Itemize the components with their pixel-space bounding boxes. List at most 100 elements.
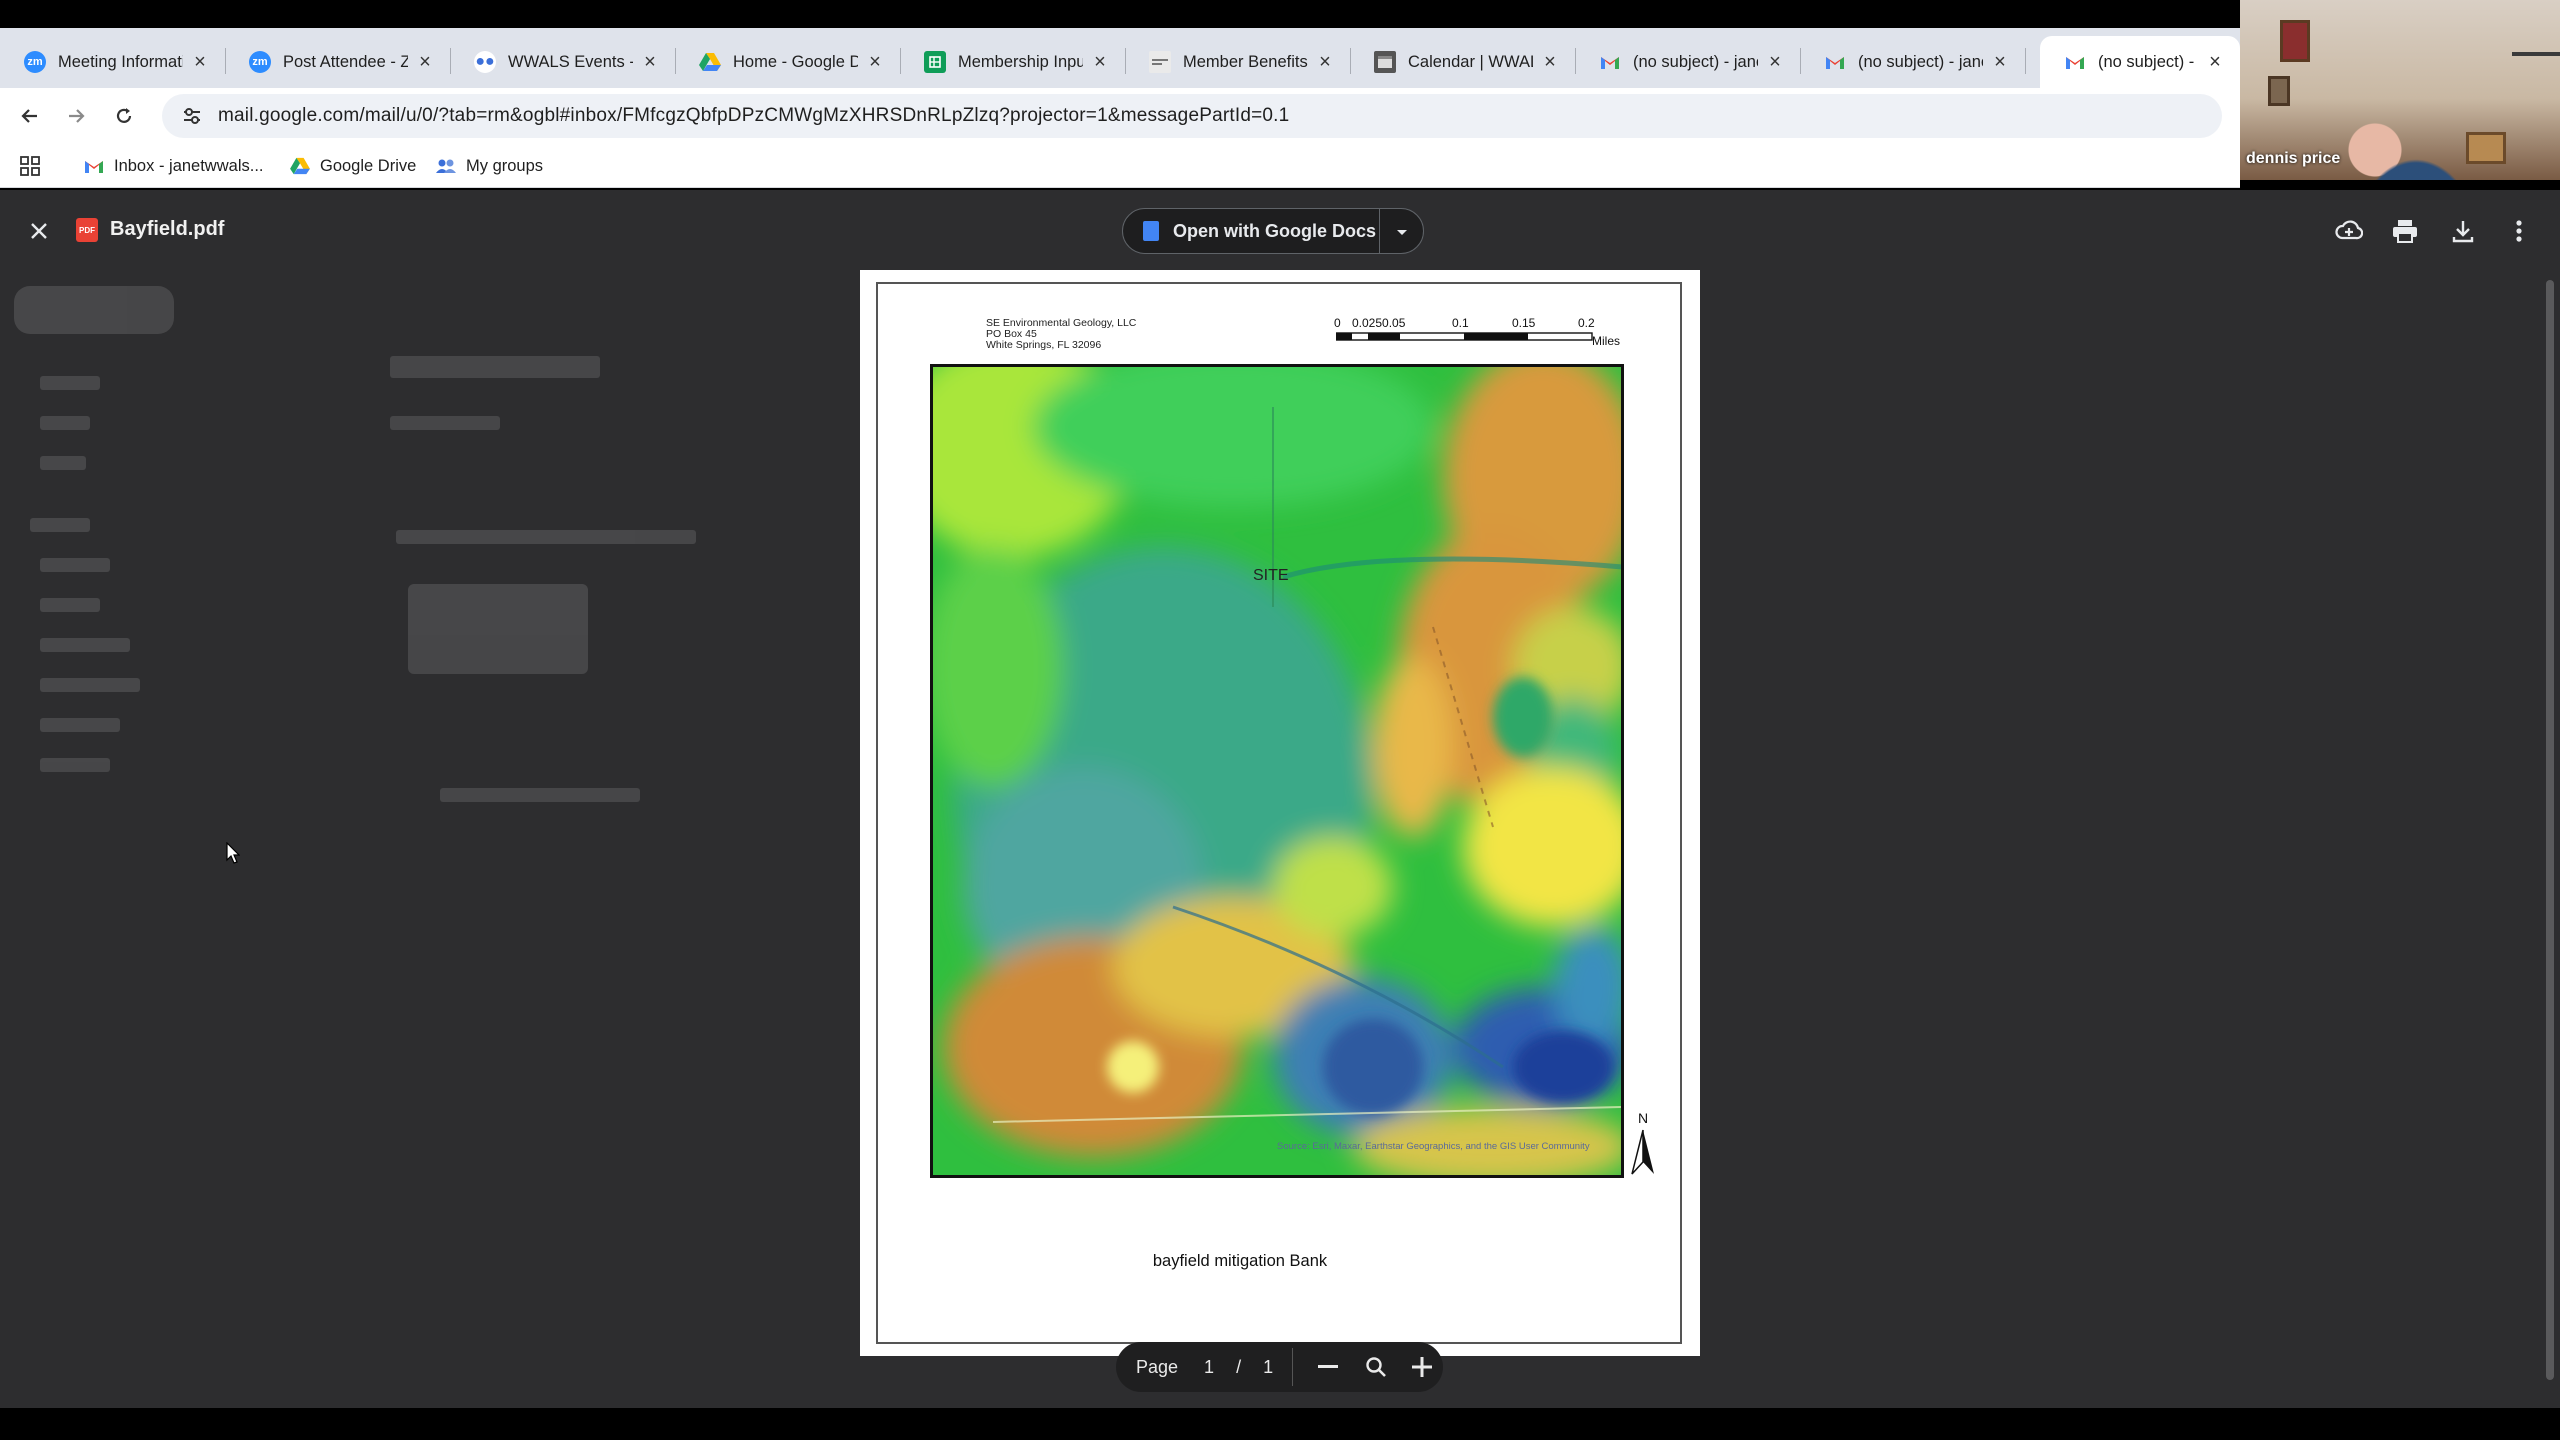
add-to-drive-button[interactable] <box>2332 214 2366 248</box>
drive-icon <box>290 156 310 176</box>
tab-membership-input[interactable]: Membership Input × <box>900 36 1126 88</box>
download-icon <box>2452 221 2474 243</box>
close-icon[interactable]: × <box>639 51 661 74</box>
scale-tick: 0.2 <box>1578 316 1595 330</box>
aerial-site-image <box>933 367 1621 1175</box>
sheets-icon <box>924 51 946 73</box>
page-icon <box>1149 51 1171 73</box>
zoom-in-button[interactable] <box>1406 1351 1438 1383</box>
screen: zm Meeting Informati × zm Post Attendee … <box>0 0 2560 1440</box>
close-icon[interactable]: × <box>414 51 436 74</box>
gmail-icon <box>1824 51 1846 73</box>
scale-tick: 0.0250.05 <box>1352 316 1406 330</box>
page-label: Page <box>1136 1356 1179 1377</box>
zoom-out-button[interactable] <box>1312 1351 1344 1383</box>
close-icon[interactable]: × <box>1539 51 1561 74</box>
close-icon[interactable]: × <box>1314 51 1336 74</box>
participant-name: dennis price <box>2246 150 2341 167</box>
bookmark-google-drive[interactable]: Google Drive <box>290 152 416 180</box>
gmail-icon <box>1599 51 1621 73</box>
add-to-drive-icon <box>2335 220 2363 240</box>
site-label: SITE <box>1253 567 1289 584</box>
tab-meeting-information[interactable]: zm Meeting Informati × <box>0 36 226 88</box>
open-with-google-docs-button[interactable]: Open with Google Docs <box>1122 208 1424 254</box>
video-participant-tile: dennis price <box>2240 0 2560 180</box>
scale-tick: 0 <box>1334 316 1341 330</box>
close-icon <box>31 223 47 239</box>
scale-bar: 0 0.0250.05 0.1 0.15 0.2 Miles <box>1330 316 1640 352</box>
print-icon <box>2393 220 2417 243</box>
tab-member-benefits[interactable]: Member Benefits × <box>1125 36 1351 88</box>
forward-button[interactable] <box>58 98 94 134</box>
map-attribution: Source: Esri, Maxar, Earthstar Geographi… <box>1277 1141 1590 1152</box>
url-text[interactable]: mail.google.com/mail/u/0/?tab=rm&ogbl#in… <box>218 105 1289 127</box>
current-page-input[interactable]: 1 <box>1204 1357 1214 1378</box>
site-settings-icon[interactable] <box>182 107 202 125</box>
bookmark-inbox[interactable]: Inbox - janetwwals... <box>84 152 263 180</box>
reload-icon <box>116 108 132 123</box>
scale-bar-graphic <box>1336 332 1593 341</box>
download-button[interactable] <box>2446 214 2480 248</box>
bookmarks-bar: Inbox - janetwwals... Google Drive My gr… <box>0 144 2240 188</box>
site-map: SITE Source: Esri, Maxar, Earthstar Geog… <box>930 364 1624 1178</box>
tab-post-attendee[interactable]: zm Post Attendee - Zo × <box>225 36 451 88</box>
apps-button[interactable] <box>20 152 40 180</box>
scale-tick: 0.15 <box>1512 316 1536 330</box>
print-button[interactable] <box>2388 214 2422 248</box>
tab-strip: zm Meeting Informati × zm Post Attendee … <box>0 28 2240 88</box>
tab-no-subject-2[interactable]: (no subject) - jane × <box>1800 36 2026 88</box>
zoom-reset-button[interactable] <box>1360 1351 1392 1383</box>
close-icon[interactable]: × <box>189 51 211 74</box>
company-address: SE Environmental Geology, LLC PO Box 45 … <box>986 317 1137 351</box>
north-arrow-icon <box>1631 1129 1654 1175</box>
plus-icon <box>1412 1357 1432 1377</box>
tab-wwals-events[interactable]: ●● WWALS Events - G × <box>450 36 676 88</box>
zoom-icon: zm <box>24 51 46 73</box>
address-bar[interactable]: mail.google.com/mail/u/0/?tab=rm&ogbl#in… <box>162 94 2222 138</box>
more-options-button[interactable] <box>2502 214 2536 248</box>
chevron-down-icon <box>1397 230 1407 235</box>
back-button[interactable] <box>12 98 48 134</box>
north-label: N <box>1638 1110 1649 1126</box>
north-arrow: N <box>1630 1110 1660 1180</box>
groups-icon <box>436 156 456 176</box>
page-controls: Page 1 / 1 <box>1116 1342 1443 1392</box>
mouse-cursor-icon <box>226 842 240 864</box>
tab-no-subject-1[interactable]: (no subject) - jane × <box>1575 36 1801 88</box>
close-viewer-button[interactable] <box>22 214 56 248</box>
drive-icon <box>699 51 721 73</box>
groups-icon: ●● <box>474 51 496 73</box>
close-icon[interactable]: × <box>2204 51 2226 74</box>
navigation-bar: mail.google.com/mail/u/0/?tab=rm&ogbl#in… <box>0 88 2240 144</box>
tab-calendar-wwals[interactable]: Calendar | WWALS × <box>1350 36 1576 88</box>
close-icon[interactable]: × <box>864 51 886 74</box>
close-icon[interactable]: × <box>1089 51 1111 74</box>
docs-icon <box>1143 221 1159 241</box>
forward-arrow-icon <box>69 109 85 123</box>
ceiling-fan-icon <box>2512 52 2560 56</box>
more-vert-icon <box>2516 220 2522 242</box>
tab-google-drive-home[interactable]: Home - Google D × <box>675 36 901 88</box>
open-with-dropdown[interactable] <box>1393 223 1411 246</box>
scale-tick: 0.1 <box>1452 316 1469 330</box>
viewer-toolbar: PDF Bayfield.pdf Open with Google Docs <box>0 190 2560 270</box>
calendar-icon <box>1374 51 1396 73</box>
attachment-viewer: PDF Bayfield.pdf Open with Google Docs S… <box>0 190 2560 1408</box>
gmail-icon <box>84 156 104 176</box>
map-caption: bayfield mitigation Bank <box>1152 1252 1328 1270</box>
minus-icon <box>1318 1365 1338 1368</box>
file-name: Bayfield.pdf <box>110 218 225 240</box>
vertical-scrollbar[interactable] <box>2546 280 2554 1380</box>
total-pages: 1 <box>1263 1356 1274 1377</box>
pdf-page: SE Environmental Geology, LLC PO Box 45 … <box>860 270 1700 1356</box>
close-icon[interactable]: × <box>1764 51 1786 74</box>
reload-button[interactable] <box>106 98 142 134</box>
close-icon[interactable]: × <box>1989 51 2011 74</box>
pdf-file-icon: PDF <box>76 218 98 242</box>
back-arrow-icon <box>21 109 37 123</box>
bookmark-my-groups[interactable]: My groups <box>436 152 543 180</box>
zoom-icon: zm <box>249 51 271 73</box>
gmail-icon <box>2064 51 2086 73</box>
apps-grid-icon <box>20 156 40 176</box>
tab-no-subject-active[interactable]: (no subject) - jane × <box>2040 36 2240 88</box>
